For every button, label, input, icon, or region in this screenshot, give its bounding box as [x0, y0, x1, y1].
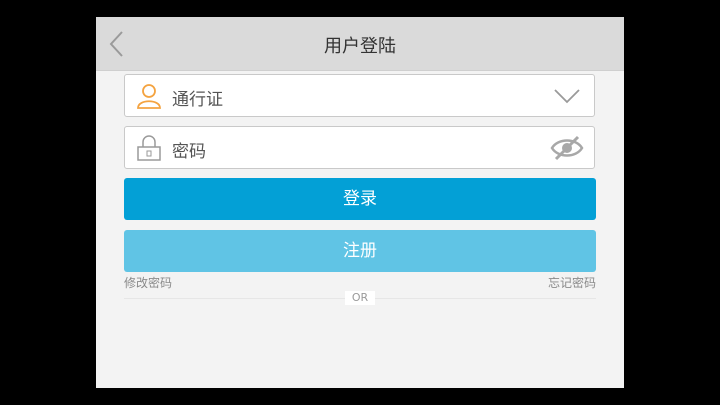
page-title: 用户登陆 [324, 36, 396, 57]
login-dialog: 用户登陆 通行证 密码 登录 注册 修改密码 忘记密码 OR [96, 17, 624, 388]
account-value: 通行证 [172, 90, 223, 110]
login-button[interactable]: 登录 [124, 178, 596, 220]
forgot-password-link[interactable]: 忘记密码 [548, 274, 596, 291]
account-field[interactable]: 通行证 [124, 74, 595, 117]
eye-off-icon [550, 135, 584, 161]
chevron-down-icon [554, 89, 580, 104]
password-visibility-toggle[interactable] [550, 134, 584, 162]
change-password-link[interactable]: 修改密码 [124, 274, 172, 291]
lock-icon [135, 134, 163, 162]
password-field[interactable]: 密码 [124, 126, 595, 169]
or-label: OR [345, 291, 375, 305]
user-icon [135, 82, 163, 110]
password-value: 密码 [172, 142, 206, 162]
header-bar: 用户登陆 [96, 17, 624, 71]
account-dropdown-button[interactable] [550, 82, 584, 110]
register-button[interactable]: 注册 [124, 230, 596, 272]
